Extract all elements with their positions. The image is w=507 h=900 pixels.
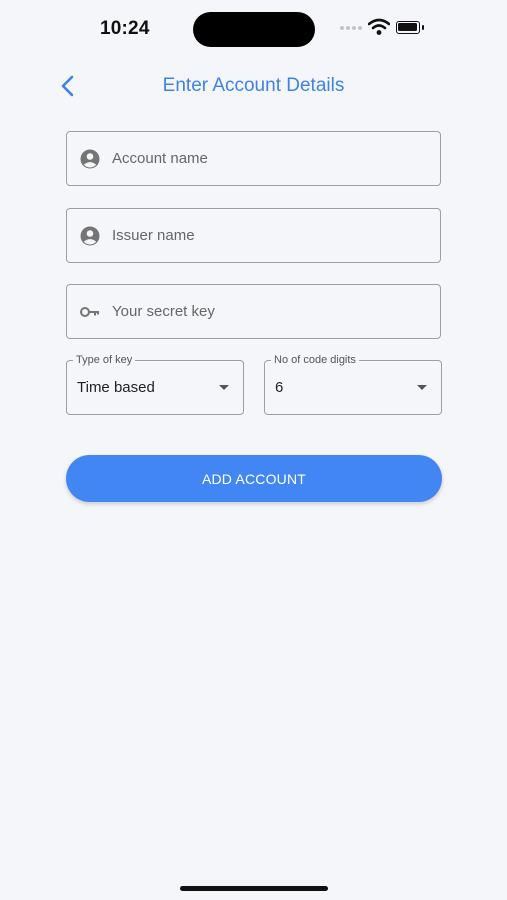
account-name-input[interactable] bbox=[112, 132, 432, 185]
key-type-label: Type of key bbox=[73, 353, 136, 367]
secret-key-field[interactable] bbox=[66, 284, 441, 339]
issuer-name-field[interactable] bbox=[66, 208, 441, 263]
code-digits-label: No of code digits bbox=[271, 353, 359, 367]
nav-bar: Enter Account Details bbox=[0, 60, 507, 110]
page-title: Enter Account Details bbox=[162, 75, 345, 96]
key-type-value: Time based bbox=[77, 379, 155, 396]
code-digits-select[interactable]: No of code digits 6 bbox=[264, 353, 442, 415]
dropdown-arrow-icon bbox=[219, 385, 229, 390]
key-icon bbox=[80, 307, 99, 317]
status-icons bbox=[340, 18, 430, 40]
code-digits-value: 6 bbox=[275, 379, 284, 396]
status-bar: 10:24 bbox=[0, 0, 507, 60]
status-time: 10:24 bbox=[100, 18, 150, 39]
key-type-select[interactable]: Type of key Time based bbox=[66, 353, 244, 415]
dynamic-island bbox=[193, 12, 315, 47]
add-account-button[interactable]: ADD ACCOUNT bbox=[66, 455, 442, 502]
secret-key-input[interactable] bbox=[112, 285, 432, 338]
cellular-signal-icon bbox=[340, 26, 364, 32]
wifi-icon bbox=[368, 18, 390, 35]
account-name-field[interactable] bbox=[66, 131, 441, 186]
home-indicator bbox=[180, 886, 328, 891]
dropdown-arrow-icon bbox=[417, 385, 427, 390]
account-circle-icon bbox=[80, 226, 100, 246]
account-circle-icon bbox=[80, 149, 100, 169]
issuer-name-input[interactable] bbox=[112, 209, 432, 262]
battery-icon bbox=[396, 21, 424, 35]
